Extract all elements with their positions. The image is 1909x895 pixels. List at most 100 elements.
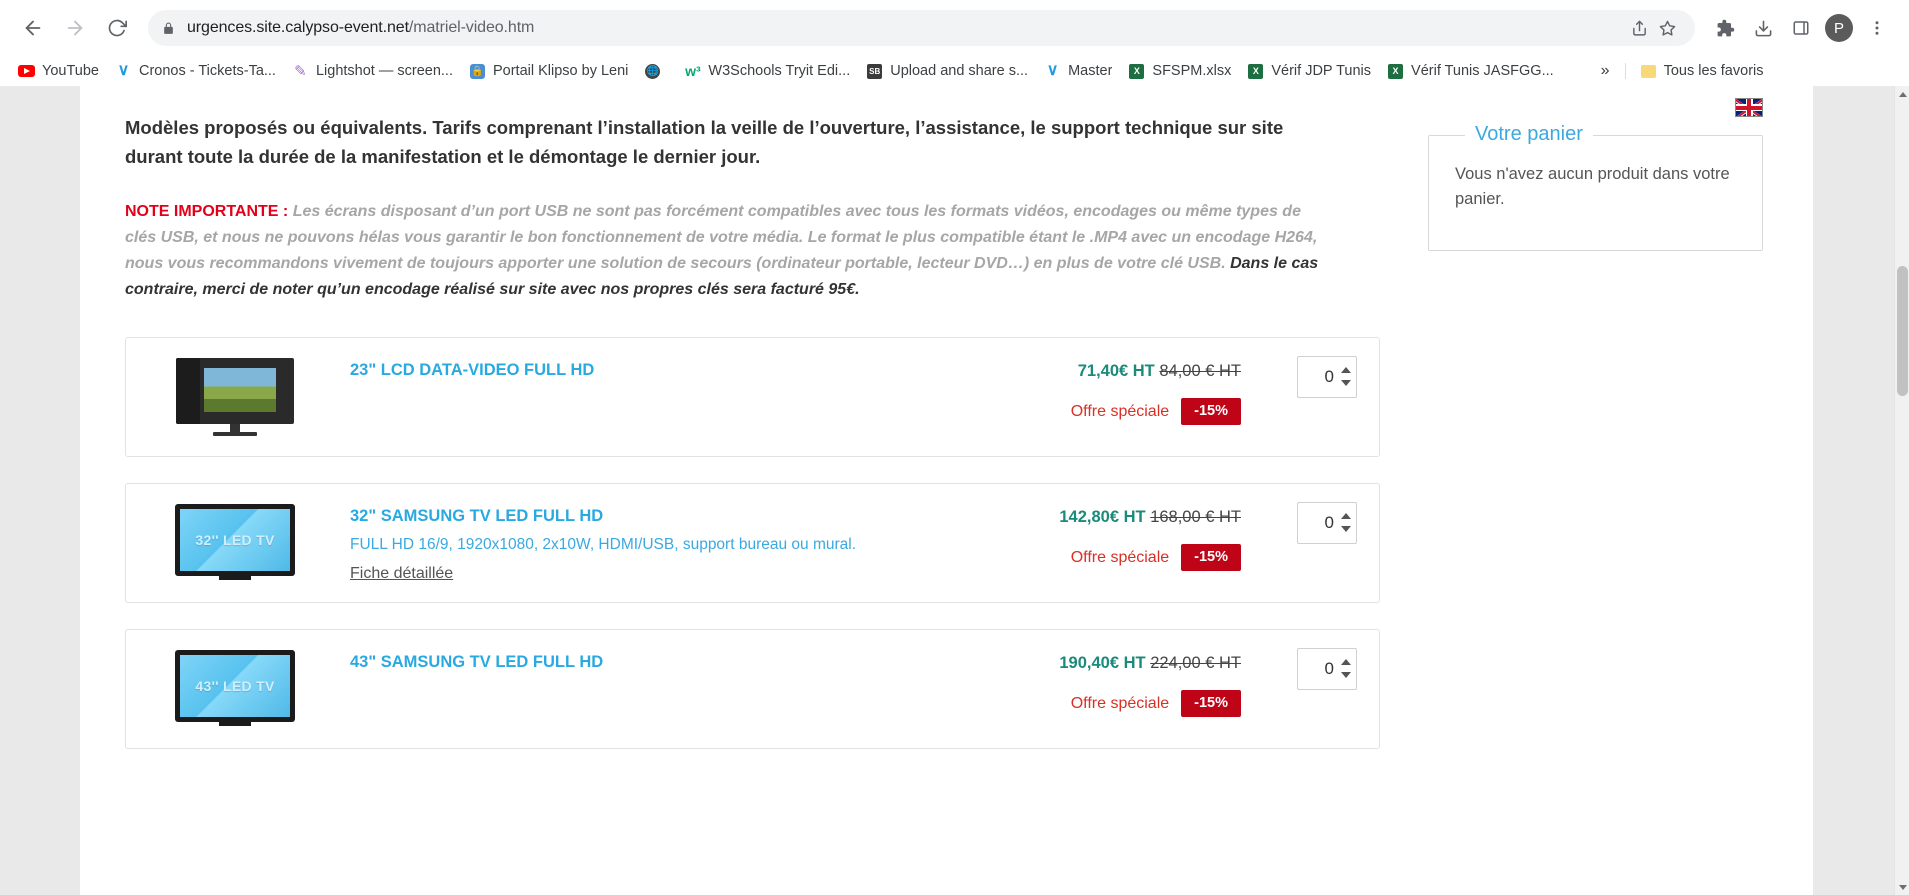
side-panel-icon[interactable]: [1783, 10, 1819, 46]
scroll-up-icon[interactable]: [1895, 86, 1909, 102]
tv-thumb-label: 32'' LED TV: [195, 531, 275, 548]
scrollbar-thumb[interactable]: [1897, 266, 1908, 396]
cart-legend: Votre panier: [1465, 123, 1593, 146]
price-line: 190,40€ HT 224,00 € HT: [1017, 652, 1241, 676]
share-icon[interactable]: [1625, 14, 1653, 42]
bookmark-youtube[interactable]: YouTube: [10, 59, 107, 84]
product-title[interactable]: 32" SAMSUNG TV LED FULL HD: [350, 506, 1017, 527]
product-quantity: 0: [1247, 500, 1365, 544]
product-thumbnail[interactable]: [140, 354, 330, 436]
bookmark-sfspm-xlsx[interactable]: X SFSPM.xlsx: [1120, 59, 1239, 84]
scrollbar[interactable]: [1894, 86, 1909, 895]
bookmark-master[interactable]: ∨ Master: [1036, 59, 1120, 84]
quantity-value[interactable]: 0: [1298, 367, 1338, 387]
screenshot-sb-icon: SB: [866, 63, 883, 80]
page-content: Modèles proposés ou équivalents. Tarifs …: [80, 86, 1813, 895]
klipso-lock-icon: 🔒: [469, 63, 485, 79]
bookmark-label: YouTube: [42, 63, 99, 79]
status-badge: -15%: [1181, 543, 1241, 572]
bookmark-upload-share[interactable]: SB Upload and share s...: [858, 59, 1036, 84]
table-row: 43'' LED TV 43" SAMSUNG TV LED FULL HD 1…: [125, 628, 1380, 749]
avatar[interactable]: P: [1825, 14, 1853, 42]
stepper-arrows: [1338, 659, 1356, 679]
scroll-down-icon[interactable]: [1895, 879, 1909, 895]
price-original: 168,00 € HT: [1150, 507, 1241, 526]
tv-image-icon: 43'' LED TV: [175, 649, 295, 726]
quantity-value[interactable]: 0: [1298, 659, 1338, 679]
bookmark-label: Vérif JDP Tunis: [1271, 63, 1372, 79]
bookmark-globe[interactable]: 🌐: [636, 59, 676, 84]
product-quantity: 0: [1247, 646, 1365, 690]
bookmark-portail-klipso[interactable]: 🔒 Portail Klipso by Leni: [461, 59, 636, 84]
offer-row: Offre spéciale -15%: [1017, 689, 1241, 718]
product-title[interactable]: 43" SAMSUNG TV LED FULL HD: [350, 652, 1017, 673]
forward-arrow-icon[interactable]: [56, 9, 94, 47]
quantity-value[interactable]: 0: [1298, 513, 1338, 533]
product-detail-link[interactable]: Fiche détaillée: [350, 565, 453, 583]
cronos-icon: ∨: [117, 62, 130, 79]
chevron-down-icon[interactable]: [1340, 526, 1351, 533]
cart-empty-message: Vous n'avez aucun produit dans votre pan…: [1455, 165, 1730, 208]
bookmark-verif-tunis-jasfgg[interactable]: X Vérif Tunis JASFGG...: [1379, 59, 1562, 84]
bookmark-lightshot[interactable]: ✎ Lightshot — screen...: [284, 59, 461, 84]
table-row: 23" LCD DATA-VIDEO FULL HD 71,40€ HT 84,…: [125, 336, 1380, 457]
all-bookmarks-button[interactable]: Tous les favoris: [1632, 59, 1772, 84]
folder-icon: [1640, 63, 1657, 80]
bookmarks-divider: [1624, 63, 1626, 79]
product-price-block: 190,40€ HT 224,00 € HT Offre spéciale -1…: [1017, 646, 1247, 718]
price-line: 71,40€ HT 84,00 € HT: [1017, 360, 1241, 384]
note-lead: NOTE IMPORTANTE :: [125, 203, 289, 221]
puzzle-icon[interactable]: [1707, 10, 1743, 46]
product-thumbnail[interactable]: 43'' LED TV: [140, 646, 330, 726]
language-switcher[interactable]: [1420, 86, 1813, 117]
cart-fieldset: Votre panier Vous n'avez aucun produit d…: [1428, 123, 1763, 251]
lock-icon: [162, 21, 175, 36]
price-current: 190,40€ HT: [1059, 653, 1146, 672]
price-current: 71,40€ HT: [1077, 361, 1155, 380]
sidebar-column: Votre panier Vous n'avez aucun produit d…: [1420, 86, 1813, 775]
bookmark-verif-jdp-tunis[interactable]: X Vérif JDP Tunis: [1239, 59, 1379, 84]
product-description: FULL HD 16/9, 1920x1080, 2x10W, HDMI/USB…: [350, 536, 857, 554]
chevron-down-icon[interactable]: [1340, 380, 1351, 387]
bookmark-label: Upload and share s...: [890, 63, 1029, 79]
product-info: 32" SAMSUNG TV LED FULL HD FULL HD 16/9,…: [330, 500, 1017, 583]
price-original: 84,00 € HT: [1159, 361, 1241, 380]
bookmarks-overflow-chevron-icon[interactable]: »: [1592, 58, 1619, 84]
chevron-up-icon[interactable]: [1340, 367, 1351, 374]
product-list: 23" LCD DATA-VIDEO FULL HD 71,40€ HT 84,…: [125, 336, 1380, 749]
stepper-arrows: [1338, 513, 1356, 533]
bookmark-w3schools[interactable]: w³ W3Schools Tryit Edi...: [676, 59, 858, 84]
lightshot-feather-icon: ✎: [294, 62, 307, 80]
product-title[interactable]: 23" LCD DATA-VIDEO FULL HD: [350, 360, 1017, 381]
important-note: NOTE IMPORTANTE : Les écrans disposant d…: [125, 199, 1325, 303]
star-icon[interactable]: [1653, 14, 1681, 42]
page-title: Modèles proposés ou équivalents. Tarifs …: [125, 117, 1284, 167]
product-thumbnail[interactable]: 32'' LED TV: [140, 500, 330, 580]
globe-icon: 🌐: [645, 63, 661, 79]
address-bar[interactable]: urgences.site.calypso-event.net/matriel-…: [148, 10, 1695, 46]
note-body-1: Les écrans disposant d’un port USB ne so…: [125, 203, 1318, 273]
chevron-up-icon[interactable]: [1340, 513, 1351, 520]
status-badge: -15%: [1181, 397, 1241, 426]
tv-image-icon: 32'' LED TV: [175, 503, 295, 580]
bookmark-label: SFSPM.xlsx: [1152, 63, 1232, 79]
offer-row: Offre spéciale -15%: [1017, 543, 1241, 572]
download-icon[interactable]: [1745, 10, 1781, 46]
youtube-icon: [18, 63, 35, 80]
chevron-up-icon[interactable]: [1340, 659, 1351, 666]
chevron-down-icon[interactable]: [1340, 672, 1351, 679]
quantity-stepper[interactable]: 0: [1297, 501, 1357, 544]
three-dot-menu-icon[interactable]: [1859, 10, 1895, 46]
quantity-stepper[interactable]: 0: [1297, 355, 1357, 398]
price-current: 142,80€ HT: [1059, 507, 1146, 526]
excel-icon: X: [1247, 63, 1264, 80]
status-badge: -15%: [1181, 689, 1241, 718]
quantity-stepper[interactable]: 0: [1297, 647, 1357, 690]
back-arrow-icon[interactable]: [14, 9, 52, 47]
offer-label: Offre spéciale: [1070, 402, 1170, 420]
browser-chrome: urgences.site.calypso-event.net/matriel-…: [0, 0, 1909, 86]
reload-icon[interactable]: [98, 9, 136, 47]
uk-flag-icon[interactable]: [1735, 98, 1763, 117]
bookmark-cronos[interactable]: ∨ Cronos - Tickets-Ta...: [107, 59, 284, 84]
bookmark-label: Portail Klipso by Leni: [492, 63, 629, 79]
